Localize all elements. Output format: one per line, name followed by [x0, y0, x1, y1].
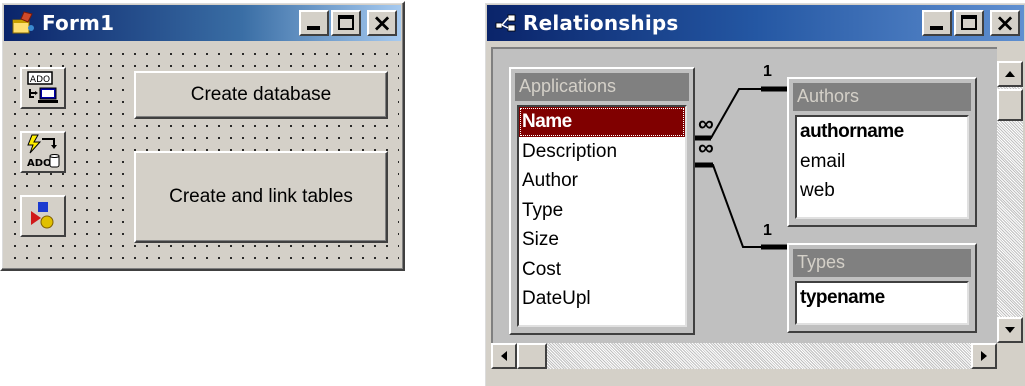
arrow-left-icon [501, 351, 507, 361]
form1-maximize-button[interactable] [331, 10, 361, 36]
field-list[interactable]: Name Description Author Type Size Cost D… [517, 105, 687, 327]
horizontal-scrollbar[interactable] [491, 343, 997, 369]
one-label-types: 1 [763, 222, 772, 239]
field-item[interactable]: Cost [519, 255, 685, 285]
maximize-icon [961, 15, 977, 30]
shapes-icon [31, 202, 54, 229]
form1-close-button[interactable]: × [367, 9, 397, 37]
ado-link-tool[interactable]: ADO [20, 131, 66, 173]
relationships-titlebar[interactable]: Relationships × [487, 5, 1024, 41]
vertical-scroll-thumb[interactable] [997, 89, 1023, 121]
form1-title: Form1 [42, 11, 115, 35]
arrow-right-icon [981, 351, 987, 361]
form1-minimize-button[interactable] [299, 10, 329, 36]
field-item[interactable]: DateUpl [519, 284, 685, 314]
relationships-window: Relationships × ∞ ∞ 1 1 Applications Nam… [483, 1, 1025, 386]
field-list[interactable]: typename [795, 281, 969, 325]
field-item[interactable]: web [797, 176, 967, 206]
vertical-scrollbar[interactable] [997, 61, 1023, 343]
scroll-right-button[interactable] [971, 343, 997, 369]
ado-link-icon: ADO [27, 134, 60, 169]
shapes-tool[interactable] [20, 195, 66, 237]
many-label-authors: ∞ [698, 111, 714, 136]
form1-titlebar[interactable]: Form1 × [4, 5, 401, 41]
field-item[interactable]: Type [519, 196, 685, 226]
relationships-title: Relationships [523, 11, 679, 35]
form-design-surface[interactable]: ADO ADO Create database Create and link … [6, 45, 399, 265]
table-types[interactable]: Types typename [787, 243, 977, 333]
one-label-authors: 1 [763, 63, 772, 80]
table-authors[interactable]: Authors authorname email web [787, 77, 977, 227]
field-item[interactable]: Description [519, 137, 685, 167]
relationships-maximize-button[interactable] [954, 10, 984, 36]
relationships-icon[interactable] [495, 13, 517, 33]
form1-window: Form1 × ADO ADO Create database Create a… [0, 1, 405, 271]
many-label-types: ∞ [698, 135, 714, 160]
table-applications[interactable]: Applications Name Description Author Typ… [509, 67, 695, 335]
field-item[interactable]: Name [519, 107, 685, 137]
field-item[interactable]: authorname [797, 117, 967, 147]
close-icon: × [371, 9, 393, 37]
field-list[interactable]: authorname email web [795, 115, 969, 219]
relationship-line-types[interactable] [695, 162, 787, 250]
create-link-tables-button[interactable]: Create and link tables [134, 151, 388, 243]
ado-label: ADO [30, 75, 50, 85]
maximize-icon [338, 15, 354, 30]
relationships-minimize-button[interactable] [922, 10, 952, 36]
scroll-down-button[interactable] [997, 317, 1023, 343]
horizontal-scroll-thumb[interactable] [517, 343, 547, 369]
field-item[interactable]: Author [519, 166, 685, 196]
table-title[interactable]: Authors [793, 83, 971, 111]
arrow-up-icon [1005, 71, 1015, 77]
scroll-up-button[interactable] [997, 61, 1023, 87]
create-database-button[interactable]: Create database [134, 71, 388, 119]
relationships-canvas[interactable]: ∞ ∞ 1 1 Applications Name Description Au… [491, 47, 997, 343]
close-icon: × [994, 9, 1016, 37]
svg-text:ADO: ADO [27, 158, 52, 169]
field-item[interactable]: Size [519, 225, 685, 255]
ado-data-control[interactable]: ADO [20, 67, 66, 109]
minimize-icon [930, 26, 943, 30]
table-title[interactable]: Applications [515, 73, 689, 101]
field-item[interactable]: typename [797, 283, 967, 313]
arrow-down-icon [1005, 327, 1015, 333]
table-title[interactable]: Types [793, 249, 971, 277]
vb-form-icon[interactable] [10, 10, 36, 36]
minimize-icon [307, 26, 320, 30]
relationships-close-button[interactable]: × [990, 9, 1020, 37]
scroll-left-button[interactable] [491, 343, 517, 369]
ado-data-control-icon: ADO [27, 71, 58, 103]
field-item[interactable]: email [797, 147, 967, 177]
